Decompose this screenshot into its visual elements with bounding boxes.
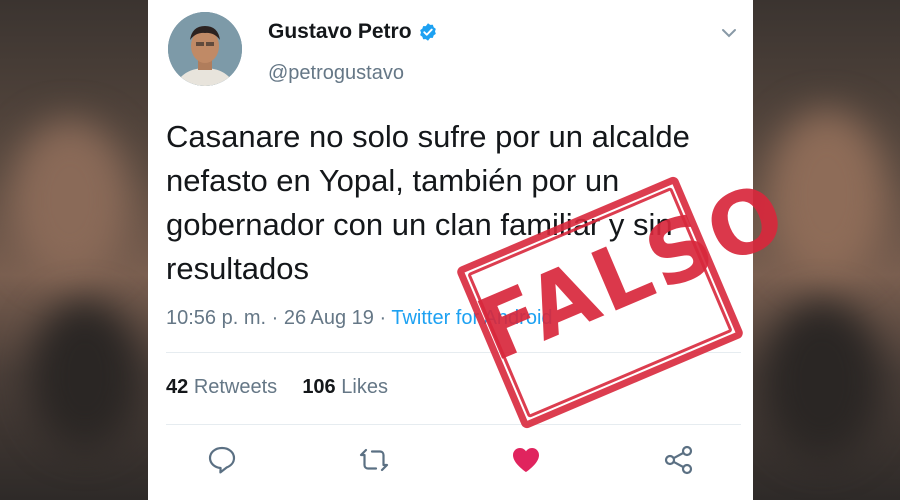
retweets-count[interactable]: 42 — [166, 376, 188, 398]
avatar-photo — [168, 12, 242, 86]
handle[interactable]: @petrogustavo — [268, 62, 404, 85]
tweet-timestamp[interactable]: 10:56 p. m. · 26 Aug 19 · — [166, 307, 391, 329]
likes-count[interactable]: 106 — [302, 376, 335, 398]
retweets-label[interactable]: Retweets — [194, 376, 277, 398]
reply-icon[interactable] — [206, 444, 238, 476]
background-left — [0, 0, 148, 500]
display-name[interactable]: Gustavo Petro — [268, 20, 438, 44]
divider — [166, 424, 741, 425]
retweet-icon[interactable] — [358, 444, 390, 476]
like-icon[interactable] — [510, 444, 542, 476]
verified-badge-icon — [419, 23, 436, 41]
action-bar — [148, 444, 753, 476]
display-name-text: Gustavo Petro — [268, 20, 412, 43]
avatar[interactable] — [168, 12, 242, 86]
chevron-down-icon[interactable] — [720, 24, 738, 42]
tweet-stats: 42 Retweets 106 Likes — [166, 376, 388, 399]
share-icon[interactable] — [663, 444, 695, 476]
likes-label[interactable]: Likes — [341, 376, 388, 398]
